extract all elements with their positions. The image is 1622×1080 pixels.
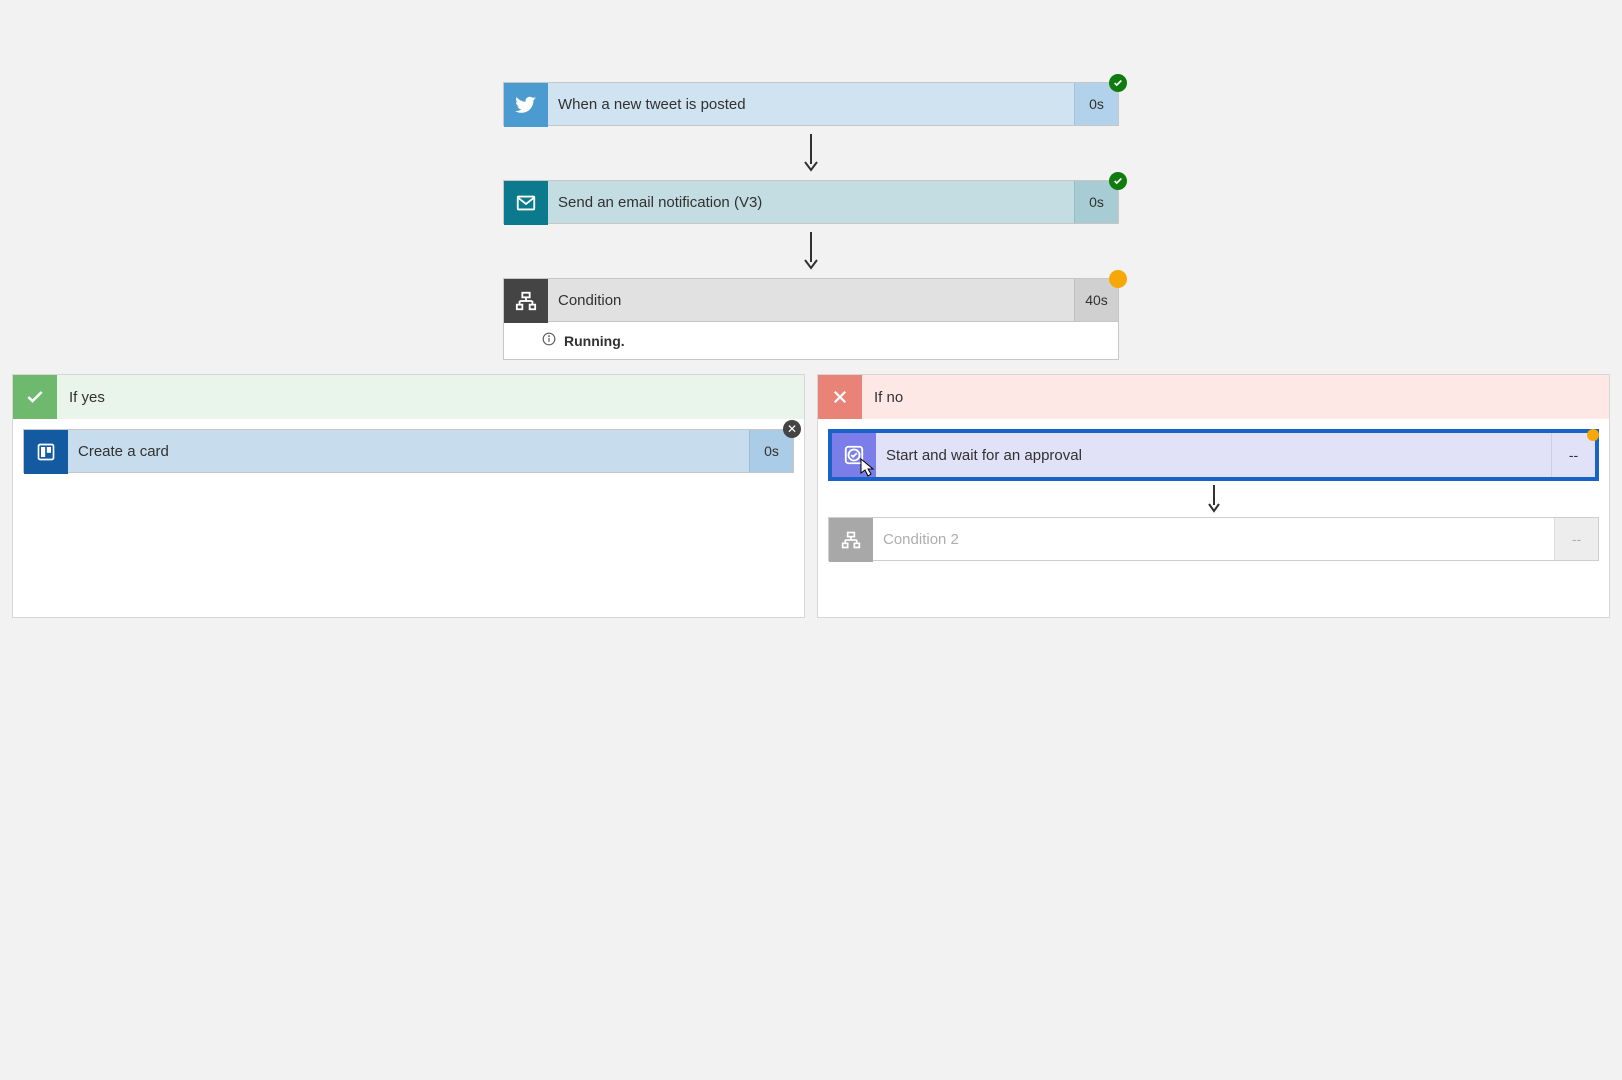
condition-branches: If yes Create a card 0s ✕ If no [0,374,1622,618]
branch-label: If yes [57,389,105,406]
arrow-connector [828,481,1599,517]
step-title: Create a card [68,430,749,472]
branch-yes-header: If yes [13,375,804,419]
step-approval[interactable]: Start and wait for an approval -- [828,429,1599,481]
step-email-notification[interactable]: Send an email notification (V3) 0s [503,180,1119,224]
check-icon [13,375,57,419]
status-text: Running. [564,333,625,349]
running-badge-icon [1587,429,1599,441]
approval-icon [832,433,876,477]
branch-no-header: If no [818,375,1609,419]
condition-status-bar: Running. [503,322,1119,360]
step-title: When a new tweet is posted [548,83,1074,125]
branch-label: If no [862,389,903,406]
step-duration: -- [1554,518,1598,560]
condition-icon [504,279,548,323]
info-icon [542,332,556,349]
step-title: Start and wait for an approval [876,433,1551,477]
condition-icon [829,518,873,562]
success-badge-icon [1109,74,1127,92]
step-condition[interactable]: Condition 40s Running. [503,278,1119,360]
step-condition-2[interactable]: Condition 2 -- [828,517,1599,561]
success-badge-icon [1109,172,1127,190]
main-flow: When a new tweet is posted 0s Send an em… [503,0,1119,360]
twitter-icon [504,83,548,127]
mail-icon [504,181,548,225]
arrow-connector [503,224,1119,278]
trello-icon [24,430,68,474]
step-title: Condition [548,279,1074,321]
close-icon[interactable]: ✕ [783,420,801,438]
arrow-connector [503,126,1119,180]
branch-no-panel[interactable]: If no Start and wait for an approval -- [817,374,1610,618]
cross-icon [818,375,862,419]
step-create-card[interactable]: Create a card 0s ✕ [23,429,794,473]
branch-yes-panel[interactable]: If yes Create a card 0s ✕ [12,374,805,618]
running-badge-icon [1109,270,1127,288]
step-twitter-trigger[interactable]: When a new tweet is posted 0s [503,82,1119,126]
step-title: Send an email notification (V3) [548,181,1074,223]
step-title: Condition 2 [873,518,1554,560]
